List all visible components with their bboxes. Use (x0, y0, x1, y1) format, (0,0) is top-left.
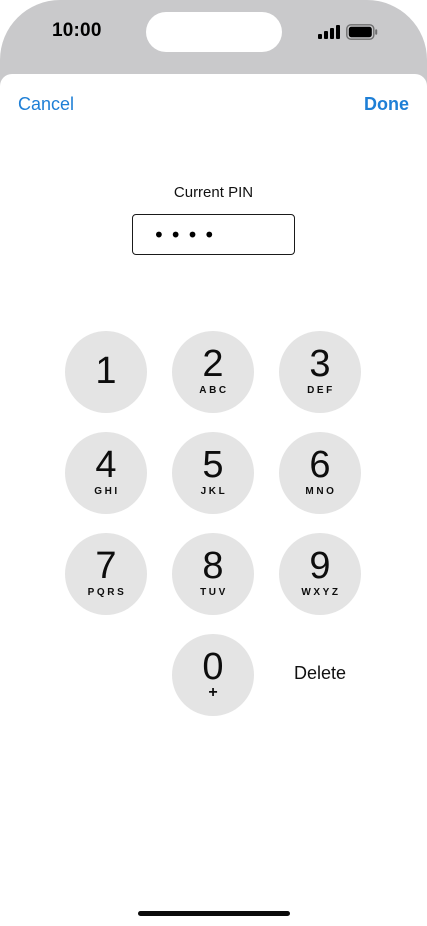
done-button[interactable]: Done (364, 94, 409, 115)
key-letters: PQRS (87, 587, 127, 598)
key-digit: 9 (309, 545, 331, 587)
key-digit: 8 (202, 545, 224, 587)
key-letters: MNO (305, 486, 337, 497)
key-3[interactable]: 3 DEF (279, 331, 361, 413)
key-digit: 6 (309, 444, 331, 486)
home-indicator[interactable] (138, 911, 290, 916)
key-6[interactable]: 6 MNO (279, 432, 361, 514)
key-letters: ABC (199, 385, 229, 396)
key-2[interactable]: 2 ABC (172, 331, 254, 413)
delete-button[interactable]: Delete (279, 663, 361, 684)
key-digit: 1 (95, 350, 117, 392)
key-digit: 3 (309, 343, 331, 385)
key-digit: 4 (95, 444, 117, 486)
key-letters: JKL (200, 486, 228, 497)
key-4[interactable]: 4 GHI (65, 432, 147, 514)
key-7[interactable]: 7 PQRS (65, 533, 147, 615)
key-letters: GHI (94, 486, 120, 497)
battery-full-icon (346, 24, 378, 40)
key-letters: DEF (307, 385, 335, 396)
key-letters: TUV (200, 587, 228, 598)
cellular-signal-icon (318, 25, 340, 39)
key-1[interactable]: 1 (65, 331, 147, 413)
key-digit: 7 (95, 545, 117, 587)
key-plus: + (208, 684, 218, 701)
key-digit: 0 (202, 646, 224, 688)
key-digit: 2 (202, 343, 224, 385)
key-5[interactable]: 5 JKL (172, 432, 254, 514)
cancel-button[interactable]: Cancel (18, 94, 74, 115)
key-0[interactable]: 0 + (172, 634, 254, 716)
key-8[interactable]: 8 TUV (172, 533, 254, 615)
key-9[interactable]: 9 WXYZ (279, 533, 361, 615)
pin-input[interactable]: •••• (132, 214, 295, 255)
key-digit: 5 (202, 444, 224, 486)
dynamic-island (146, 12, 282, 52)
status-time: 10:00 (52, 20, 102, 41)
key-letters: WXYZ (301, 587, 341, 598)
pin-field-label: Current PIN (173, 184, 254, 201)
phone-screen: 10:00 Cancel Done Current PIN •••• 1 2 A… (0, 0, 427, 926)
